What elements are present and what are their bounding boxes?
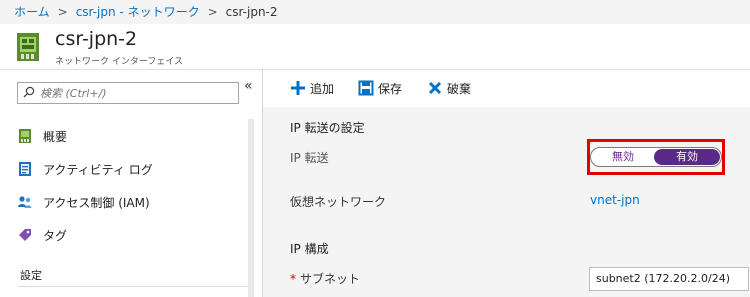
search-icon	[23, 86, 35, 98]
ip-forwarding-label: IP 転送	[290, 151, 329, 165]
network-interface-icon	[17, 33, 39, 61]
ip-forwarding-section-title: IP 転送の設定	[290, 121, 365, 135]
save-icon	[358, 80, 374, 96]
tag-icon	[19, 229, 31, 241]
ip-forwarding-toggle[interactable]: 無効 有効	[590, 147, 722, 167]
breadcrumb-current: csr-jpn-2	[225, 5, 278, 19]
sidebar-item-tags[interactable]: タグ	[17, 224, 247, 246]
toggle-option-disabled[interactable]: 無効	[591, 148, 655, 166]
main-pane: 追加 保存 破棄 IP 転送の設定 IP 転送 無効 有効 仮想ネットワーク v…	[263, 70, 750, 297]
breadcrumb-separator: >	[57, 5, 68, 19]
breadcrumb-network-link[interactable]: csr-jpn - ネットワーク	[76, 5, 200, 19]
ip-config-section-title: IP 構成	[290, 242, 329, 256]
save-button-label: 保存	[378, 82, 403, 96]
subnet-label-text: サブネット	[300, 272, 361, 286]
collapse-sidebar-button[interactable]: «	[244, 78, 253, 94]
breadcrumb: ホーム > csr-jpn - ネットワーク > csr-jpn-2	[0, 0, 750, 24]
settings-content: IP 転送の設定 IP 転送 無効 有効 仮想ネットワーク vnet-jpn I…	[263, 107, 750, 297]
sidebar-item-activity-log[interactable]: アクティビティ ログ	[17, 158, 247, 180]
breadcrumb-separator: >	[207, 5, 218, 19]
discard-button-label: 破棄	[447, 82, 472, 96]
resource-header: csr-jpn-2 ネットワーク インターフェイス	[0, 24, 750, 69]
subnet-dropdown[interactable]: subnet2 (172.20.2.0/24)	[589, 267, 749, 291]
virtual-network-link[interactable]: vnet-jpn	[590, 193, 640, 207]
page-title: csr-jpn-2	[55, 28, 138, 50]
overview-icon	[19, 129, 31, 143]
subnet-label: * サブネット	[290, 270, 360, 287]
sidebar-item-label: アクセス制御 (IAM)	[43, 196, 150, 210]
sidebar-item-label: タグ	[43, 229, 68, 243]
activity-log-icon	[19, 162, 31, 176]
plus-icon	[291, 81, 305, 95]
search-box	[17, 82, 239, 104]
iam-icon	[18, 196, 32, 208]
required-marker: *	[290, 272, 296, 286]
sidebar-section-divider	[18, 286, 250, 287]
sidebar-item-overview[interactable]: 概要	[17, 125, 247, 147]
toggle-option-enabled[interactable]: 有効	[654, 149, 720, 165]
sidebar-item-iam[interactable]: アクセス制御 (IAM)	[17, 191, 247, 213]
sidebar-item-label: アクティビティ ログ	[43, 163, 153, 177]
sidebar-item-label: 概要	[43, 130, 68, 144]
sidebar-scrollbar[interactable]	[248, 119, 254, 297]
search-input[interactable]	[40, 85, 230, 101]
virtual-network-label: 仮想ネットワーク	[290, 195, 387, 209]
close-icon	[428, 81, 442, 95]
page-subtitle: ネットワーク インターフェイス	[55, 57, 184, 67]
breadcrumb-home-link[interactable]: ホーム	[14, 5, 50, 19]
sidebar: « 概要 アクティビティ ログ	[0, 70, 262, 297]
command-bar: 追加 保存 破棄	[263, 70, 750, 107]
add-button-label: 追加	[310, 82, 335, 96]
sidebar-section-settings: 設定	[20, 269, 42, 282]
